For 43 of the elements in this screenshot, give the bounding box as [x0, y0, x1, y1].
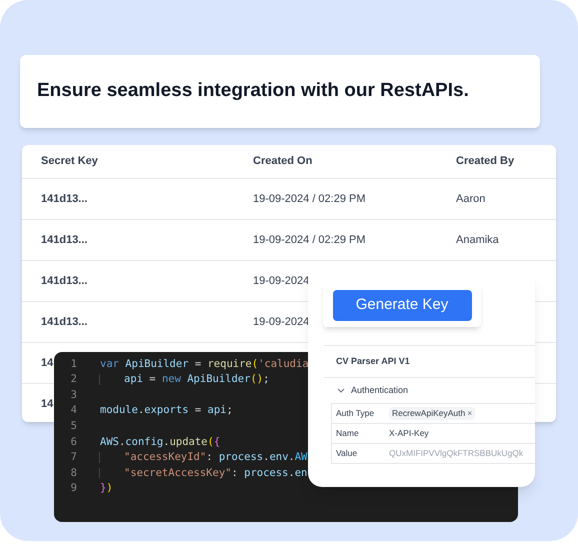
table-cell: 141d13...: [41, 274, 88, 287]
table-cell: 19-09-2024 / 02:29 PM: [253, 234, 366, 246]
code-line: AWS.config.update({: [99, 436, 220, 448]
line-number: 6: [70, 436, 77, 448]
line-number: 8: [70, 468, 77, 478]
generate-key-button[interactable]: Generate Key: [332, 290, 472, 320]
line-number: 7: [70, 452, 77, 463]
table-cell: 141d13...: [41, 192, 88, 205]
line-number: 2: [70, 374, 77, 385]
field-label: Name: [335, 427, 360, 440]
tag-text: RecrewApiKeyAuth: [392, 407, 466, 420]
field-label: Value: [335, 447, 358, 460]
code-line: module.exports = api;: [99, 405, 233, 416]
table-cell: 19-09-2024 / 02:29 PM: [253, 192, 366, 205]
code-line: }): [99, 483, 113, 494]
code-line: "secretAccessKey": process.en: [99, 468, 308, 478]
line-number: 5: [70, 420, 77, 432]
column-header: Created By: [456, 154, 516, 170]
headline: Ensure seamless integration with our RestAPIs.: [37, 79, 469, 104]
table-cell: Aaron: [456, 192, 486, 205]
field-label: Auth Type: [335, 407, 376, 420]
column-header: Created On: [253, 154, 314, 170]
field-value: X-API-Key: [389, 427, 429, 440]
table-cell: 19-09-2024: [253, 274, 310, 287]
code-line: "accessKeyId": process.env.AW: [99, 452, 308, 463]
table-cell: Anamika: [456, 234, 499, 246]
table-cell: 19-09-2024: [253, 316, 310, 328]
api-name: CV Parser API V1: [336, 354, 410, 368]
column-header: Secret Key: [40, 154, 99, 170]
section-title: Authentication: [351, 384, 408, 397]
chevron-icon[interactable]: [337, 388, 345, 393]
line-number: 9: [70, 483, 77, 494]
code-line: api = new ApiBuilder();: [99, 374, 270, 385]
tag-remove[interactable]: ×: [467, 407, 472, 420]
table-cell: 14: [41, 356, 54, 369]
code-line: var ApiBuilder = require('caludia: [99, 358, 309, 370]
table-cell: 141d13...: [41, 316, 88, 328]
line-number: 3: [70, 390, 77, 400]
field-value: QUxMIFIPVVlgQkFTRSBBUkUgQk: [389, 447, 524, 460]
line-number: 4: [70, 405, 77, 416]
table-cell: 141d13...: [41, 234, 88, 246]
line-number: 1: [70, 358, 77, 370]
table-cell: 14: [41, 398, 54, 410]
